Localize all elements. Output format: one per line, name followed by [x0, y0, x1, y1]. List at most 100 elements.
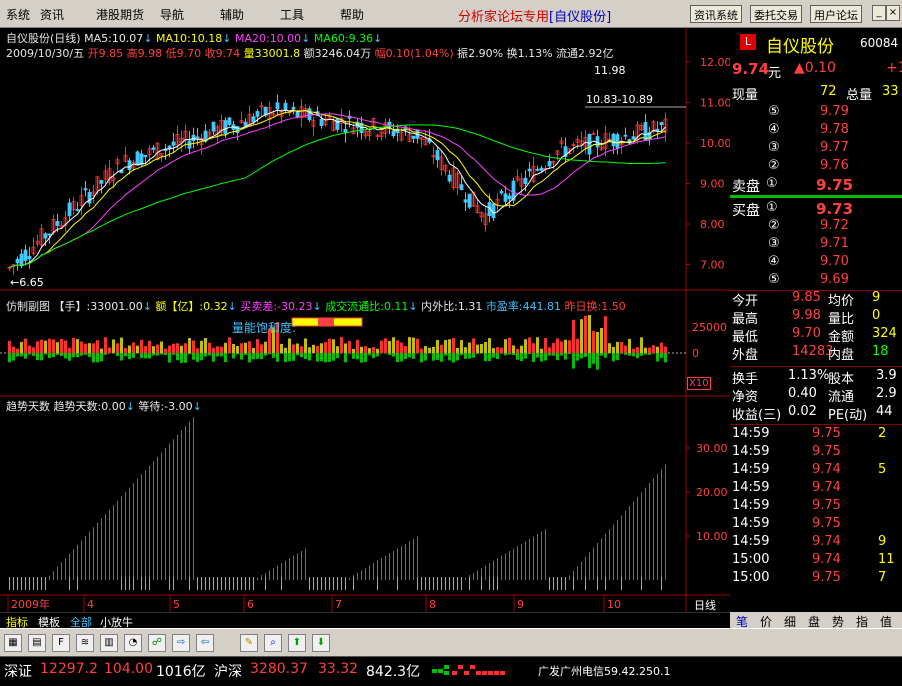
volume-bar-up: [504, 339, 507, 353]
volume-bar-down: [16, 353, 19, 357]
volume-bar-up: [460, 340, 463, 353]
menu-news[interactable]: 资讯: [40, 6, 64, 23]
period-label[interactable]: 日线: [694, 597, 716, 613]
volume-bar-up: [624, 345, 627, 353]
candle-body: [435, 150, 440, 161]
volume-bar-down: [628, 353, 631, 356]
volume-bar-up: [12, 346, 15, 353]
link-icon[interactable]: ☍: [148, 634, 166, 652]
buy1-label: 买盘: [732, 203, 760, 219]
forum-button[interactable]: 用户论坛: [810, 5, 862, 23]
market-breadth-icon: [432, 663, 532, 677]
volume-bar-down: [664, 353, 667, 363]
price-tick-label: 7.00: [700, 259, 725, 272]
volume-bar-down: [176, 353, 179, 361]
sell-price: 9.76: [820, 158, 849, 173]
sub2-title: 趋势天数: [6, 400, 50, 413]
volume-bar-up: [572, 319, 575, 353]
volume-bar-down: [436, 353, 439, 360]
volume-bar-down: [392, 353, 395, 357]
toolbar: ▦ ▤ F ≋ ▥ ◔ ☍ ⇨ ⇦ ✎ ⌕ ⬆ ⬇: [0, 628, 902, 656]
volume-tick-label: 0: [692, 347, 699, 360]
zoom-icon[interactable]: ⌕: [264, 634, 282, 652]
news-system-button[interactable]: 资讯系统: [690, 5, 742, 23]
volume-bar-up: [596, 332, 599, 353]
import-icon[interactable]: ⇦: [196, 634, 214, 652]
trade-button[interactable]: 委托交易: [750, 5, 802, 23]
down-arrow-icon[interactable]: ⬇: [312, 634, 330, 652]
volume-bar-up: [164, 348, 167, 353]
volume-bar-up: [524, 339, 527, 353]
menu-assist[interactable]: 辅助: [220, 6, 244, 23]
volume-bar-up: [116, 343, 119, 353]
volume-bar-up: [60, 338, 63, 353]
candle-body: [143, 155, 148, 158]
tick-row: 14:59 9.75: [730, 498, 902, 516]
volume-bar-down: [536, 353, 539, 358]
volume-bar-down: [516, 353, 519, 360]
bid-ask-divider: [730, 195, 902, 198]
volume-bar-down: [184, 353, 187, 363]
pen-icon[interactable]: ✎: [240, 634, 258, 652]
volume-bar-down: [60, 353, 63, 356]
menu-system[interactable]: 系统: [6, 6, 30, 23]
stat-row: 今开 9.85 均价 9: [730, 290, 902, 309]
pie-icon[interactable]: ◔: [124, 634, 142, 652]
volume-bar-down: [56, 353, 59, 355]
volume-bar-down: [260, 353, 263, 360]
volume-bar-down: [364, 353, 367, 363]
candle-body: [83, 188, 88, 191]
volume-bar-up: [588, 314, 591, 353]
tick-time: 14:59: [732, 426, 770, 441]
volume-bar-down: [20, 353, 23, 357]
kline-chart-area[interactable]: 12.00 11.00 10.00 9.00 8.00 7.00 25000 0 30.00 20…: [0, 28, 730, 612]
chart-icon[interactable]: ≋: [76, 634, 94, 652]
volume-bar-down: [292, 353, 295, 361]
menu-help[interactable]: 帮助: [340, 6, 364, 23]
volume-bar-up: [204, 338, 207, 353]
x10-badge[interactable]: X10: [687, 377, 711, 390]
stat-value: 9.85: [792, 290, 821, 305]
x-tick-label: 2009年: [11, 597, 50, 611]
volume-bar-down: [196, 353, 199, 362]
candle-body: [491, 203, 496, 219]
volume-bar-up: [156, 344, 159, 353]
volume-bar-down: [556, 353, 559, 361]
candle-body: [659, 122, 664, 126]
promo-stock: [自仪股份]: [549, 10, 612, 25]
close-value: 收9.74: [204, 47, 241, 60]
volume-bar-up: [464, 347, 467, 353]
candle-body: [19, 253, 24, 267]
export-icon[interactable]: ⇨: [172, 634, 190, 652]
volume-bar-up: [556, 338, 559, 353]
price-tick-label: 12.00: [700, 56, 730, 69]
menu-hk-futures[interactable]: 港股期货: [96, 6, 144, 23]
menu-tools[interactable]: 工具: [280, 6, 304, 23]
volume-bar-down: [408, 353, 411, 358]
f10-icon[interactable]: F: [52, 634, 70, 652]
stat-label-2: 均价: [828, 294, 855, 309]
tick-price: 9.74: [812, 552, 841, 567]
sell-row: ② 9.76: [730, 158, 902, 176]
volume-bar-up: [372, 347, 375, 353]
volume-bar-up: [228, 337, 231, 353]
up-arrow-icon[interactable]: ⬆: [288, 634, 306, 652]
volume-bar-up: [656, 346, 659, 353]
minute-icon[interactable]: ▤: [28, 634, 46, 652]
close-icon[interactable]: ×: [886, 5, 900, 21]
sell-index: ④: [768, 122, 780, 137]
bar-icon[interactable]: ▥: [100, 634, 118, 652]
minimize-icon[interactable]: _: [872, 5, 886, 21]
menu-navigate[interactable]: 导航: [160, 6, 184, 23]
volume-bar-up: [224, 342, 227, 353]
stat2-value: 0.40: [788, 386, 817, 401]
grid-icon[interactable]: ▦: [4, 634, 22, 652]
volume-bar-down: [444, 353, 447, 356]
volume-bar-up: [620, 341, 623, 353]
buy-row: ③ 9.71: [730, 236, 902, 254]
ma10-label: MA10:10.18: [156, 32, 223, 45]
promo-text: 分析家论坛专用[自仪股份]: [458, 6, 611, 25]
stock-code: 60084: [860, 36, 899, 50]
stat2-label-2: 流通: [828, 390, 855, 405]
volume-bar-down: [96, 353, 99, 363]
